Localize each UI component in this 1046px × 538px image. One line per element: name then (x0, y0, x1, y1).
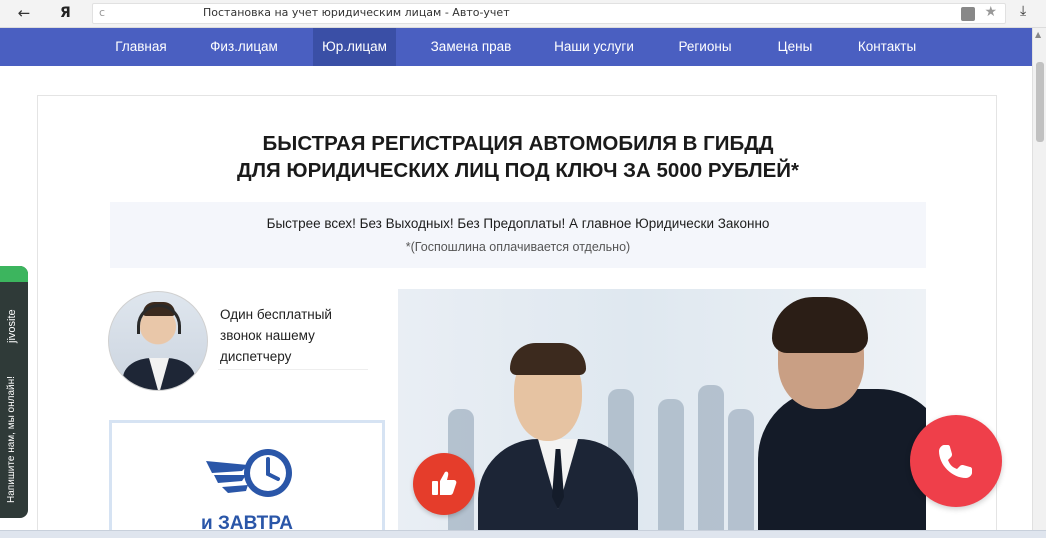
page-headline: БЫСТРАЯ РЕГИСТРАЦИЯ АВТОМОБИЛЯ В ГИБДД Д… (38, 130, 996, 184)
download-icon[interactable]: ⤓ (1020, 3, 1026, 19)
call-back-button[interactable] (910, 415, 1002, 507)
scroll-thumb[interactable] (1036, 62, 1044, 142)
divider (218, 369, 368, 370)
nav-item-legal-entities[interactable]: Юр.лицам (313, 28, 396, 66)
headline-line-1: БЫСТРАЯ РЕГИСТРАЦИЯ АВТОМОБИЛЯ В ГИБДД (262, 132, 774, 155)
browser-toolbar: ← Я c Постановка на учет юридическим лиц… (0, 0, 1046, 28)
nav-item-prices[interactable]: Цены (766, 28, 824, 66)
like-button[interactable] (413, 453, 475, 515)
scroll-up-icon[interactable]: ▲ (1035, 30, 1041, 39)
nav-item-home[interactable]: Главная (104, 28, 178, 66)
promo-banner: Быстрее всех! Без Выходных! Без Предопла… (110, 202, 926, 268)
bookmark-star-icon[interactable]: ★ (984, 4, 997, 20)
promo-main-text: Быстрее всех! Без Выходных! Без Предопла… (266, 216, 770, 231)
os-taskbar (0, 530, 1046, 538)
tomorrow-card: и ЗАВТРА (109, 420, 385, 537)
extension-icon[interactable] (961, 7, 975, 21)
back-arrow-icon[interactable]: ← (14, 3, 34, 23)
fast-clock-icon (206, 449, 292, 497)
headset-icon (137, 304, 181, 334)
page-scrollbar[interactable]: ▲ (1032, 28, 1046, 538)
jivo-message-label: Напишите нам, мы онлайн! (6, 376, 17, 504)
free-call-text: Один бесплатный звонок нашему диспетчеру (220, 304, 380, 367)
nav-item-license-replacement[interactable]: Замена прав (418, 28, 524, 66)
reload-icon[interactable]: c (99, 6, 105, 19)
jivosite-chat-widget[interactable]: jivosite Напишите нам, мы онлайн! (0, 266, 28, 518)
address-bar[interactable]: c Постановка на учет юридическим лицам -… (92, 3, 1006, 24)
free-call-line-3: диспетчеру (220, 349, 292, 364)
promo-footnote: *(Госпошлина оплачивается отдельно) (405, 240, 631, 254)
nav-item-contacts[interactable]: Контакты (846, 28, 928, 66)
dispatcher-avatar (108, 291, 208, 391)
main-content: БЫСТРАЯ РЕГИСТРАЦИЯ АВТОМОБИЛЯ В ГИБДД Д… (37, 95, 997, 538)
free-call-line-1: Один бесплатный (220, 307, 332, 322)
page-tab-title: Постановка на учет юридическим лицам - А… (203, 6, 510, 19)
jivo-brand-label: jivosite (6, 309, 18, 343)
yandex-logo-icon[interactable]: Я (60, 3, 76, 23)
business-handshake-photo (398, 289, 926, 537)
nav-item-services[interactable]: Наши услуги (544, 28, 644, 66)
nav-item-individuals[interactable]: Физ.лицам (196, 28, 292, 66)
headline-line-2: ДЛЯ ЮРИДИЧЕСКИХ ЛИЦ ПОД КЛЮЧ ЗА 5000 РУБ… (237, 159, 799, 182)
free-call-line-2: звонок нашему (220, 328, 315, 343)
nav-item-regions[interactable]: Регионы (664, 28, 746, 66)
phone-icon (939, 445, 972, 478)
jivo-accent-stripe (0, 266, 28, 282)
thumbs-up-icon (432, 471, 457, 495)
site-nav: Главная Физ.лицам Юр.лицам Замена прав Н… (0, 28, 1032, 66)
